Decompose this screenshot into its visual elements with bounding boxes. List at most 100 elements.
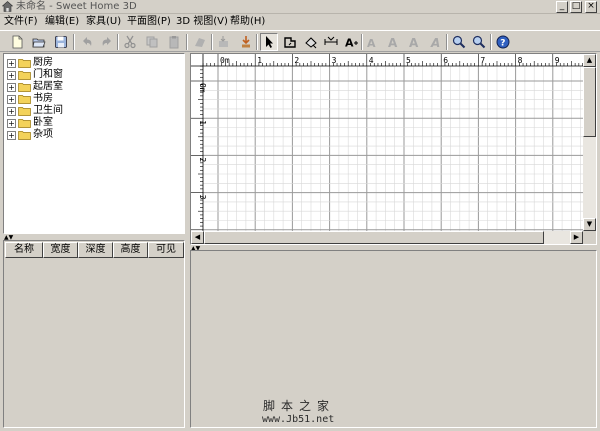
plan-horizontal-scrollbar[interactable]: ◀ ▶ bbox=[191, 231, 583, 244]
expand-icon[interactable]: + bbox=[7, 70, 16, 80]
decrease-text-icon[interactable]: A bbox=[406, 33, 424, 51]
toolbar: A A A A A ? bbox=[0, 30, 600, 52]
ruler-x-label: 3 bbox=[332, 56, 337, 65]
plan-vertical-scrollbar[interactable]: ▲ ▼ bbox=[583, 54, 596, 231]
create-walls-icon[interactable] bbox=[281, 33, 299, 51]
menu-furniture[interactable]: 家具(U) bbox=[86, 15, 121, 29]
expand-icon[interactable]: + bbox=[7, 58, 16, 68]
catalog-category-label: 起居室 bbox=[33, 81, 63, 92]
ruler-y-label: 1 bbox=[198, 120, 207, 125]
ruler-y-label: 2 bbox=[198, 157, 207, 162]
app-icon bbox=[2, 1, 13, 12]
new-file-icon[interactable] bbox=[8, 33, 26, 51]
column-height-header[interactable]: 高度 bbox=[113, 242, 148, 258]
catalog-category-label: 杂项 bbox=[33, 129, 53, 140]
cut-icon[interactable] bbox=[121, 33, 139, 51]
scroll-left-icon[interactable]: ◀ bbox=[191, 231, 204, 244]
title-bar: 未命名 - Sweet Home 3D _ □ × bbox=[0, 0, 600, 14]
ruler-x-label: 0m bbox=[220, 56, 230, 65]
expand-icon[interactable]: + bbox=[7, 82, 16, 92]
app-window: 未命名 - Sweet Home 3D _ □ × 文件(F) 编辑(E) 家具… bbox=[0, 0, 600, 431]
catalog-category-bathroom[interactable]: + 卫生间 bbox=[7, 105, 63, 117]
ruler-y-label: 3 bbox=[198, 195, 207, 200]
catalog-category-misc[interactable]: + 杂项 bbox=[7, 129, 53, 141]
column-visible-header[interactable]: 可见 bbox=[148, 242, 184, 258]
plan-grid: 0m 1 2 3 4 5 6 7 8 9 0m 1 2 3 bbox=[191, 54, 583, 231]
save-icon[interactable] bbox=[52, 33, 70, 51]
redo-icon[interactable] bbox=[98, 33, 116, 51]
expand-icon[interactable]: + bbox=[7, 130, 16, 140]
menu-help[interactable]: 帮助(H) bbox=[230, 15, 265, 29]
watermark-url: www.Jb51.net bbox=[262, 414, 335, 425]
catalog-category-label: 门和窗 bbox=[33, 69, 63, 80]
text-style-icon[interactable]: A bbox=[364, 33, 382, 51]
ruler-x-label: 4 bbox=[369, 56, 374, 65]
column-width-header[interactable]: 宽度 bbox=[43, 242, 78, 258]
paste-icon[interactable] bbox=[165, 33, 183, 51]
horizontal-scroll-thumb[interactable] bbox=[204, 231, 544, 244]
scroll-right-icon[interactable]: ▶ bbox=[570, 231, 583, 244]
create-dimensions-icon[interactable] bbox=[322, 33, 340, 51]
add-text-icon[interactable]: A bbox=[342, 33, 360, 51]
column-name-header[interactable]: 名称 bbox=[5, 242, 43, 258]
catalog-category-doors-windows[interactable]: + 门和窗 bbox=[7, 69, 63, 81]
help-icon[interactable]: ? bbox=[494, 33, 512, 51]
folder-icon bbox=[18, 95, 31, 104]
folder-icon bbox=[18, 107, 31, 116]
select-arrow-icon[interactable] bbox=[260, 33, 278, 51]
expand-icon[interactable]: + bbox=[7, 106, 16, 116]
folder-icon bbox=[18, 59, 31, 68]
column-depth-header[interactable]: 深度 bbox=[78, 242, 113, 258]
minimize-button[interactable]: _ bbox=[556, 1, 568, 13]
furniture-table: 名称 宽度 深度 高度 可见 bbox=[3, 240, 185, 428]
menu-edit[interactable]: 编辑(E) bbox=[45, 15, 79, 29]
folder-icon bbox=[18, 131, 31, 140]
ruler-x-label: 6 bbox=[443, 56, 448, 65]
ruler-x-label: 8 bbox=[518, 56, 523, 65]
catalog-category-label: 书房 bbox=[33, 93, 53, 104]
svg-text:A: A bbox=[345, 37, 354, 50]
expand-icon[interactable]: + bbox=[7, 94, 16, 104]
window-title: 未命名 - Sweet Home 3D bbox=[16, 1, 137, 12]
scroll-up-icon[interactable]: ▲ bbox=[583, 54, 596, 67]
zoom-out-icon[interactable] bbox=[470, 33, 488, 51]
expand-icon[interactable]: + bbox=[7, 118, 16, 128]
plan-view: 0m 1 2 3 4 5 6 7 8 9 0m 1 2 3 ▲ ▼ ◀ ▶ bbox=[190, 53, 597, 245]
increase-text-icon[interactable]: A bbox=[385, 33, 403, 51]
undo-icon[interactable] bbox=[78, 33, 96, 51]
3d-view[interactable] bbox=[190, 250, 597, 428]
menu-bar: 文件(F) 编辑(E) 家具(U) 平面图(P) 3D 视图(V) 帮助(H) bbox=[0, 14, 600, 30]
menu-3d-view[interactable]: 3D 视图(V) bbox=[176, 15, 228, 29]
close-button[interactable]: × bbox=[585, 1, 597, 13]
import-furniture-icon[interactable] bbox=[215, 33, 233, 51]
vertical-scroll-thumb[interactable] bbox=[583, 67, 596, 137]
svg-text:A: A bbox=[430, 36, 440, 49]
italic-text-icon[interactable]: A bbox=[427, 33, 445, 51]
zoom-in-icon[interactable] bbox=[450, 33, 468, 51]
open-folder-icon[interactable] bbox=[30, 33, 48, 51]
svg-text:A: A bbox=[388, 36, 398, 49]
ruler-y-label: 0m bbox=[198, 83, 207, 93]
svg-text:A: A bbox=[367, 37, 376, 49]
catalog-category-bedroom[interactable]: + 卧室 bbox=[7, 117, 53, 129]
catalog-category-living-room[interactable]: + 起居室 bbox=[7, 81, 63, 93]
plan-canvas[interactable]: 0m 1 2 3 4 5 6 7 8 9 0m 1 2 3 bbox=[191, 54, 583, 231]
catalog-category-label: 卧室 bbox=[33, 117, 53, 128]
menu-plan[interactable]: 平面图(P) bbox=[127, 15, 171, 29]
ruler-x-label: 7 bbox=[480, 56, 485, 65]
watermark-site-name: 脚本之家 bbox=[263, 399, 336, 413]
copy-icon[interactable] bbox=[143, 33, 161, 51]
folder-icon bbox=[18, 71, 31, 80]
maximize-button[interactable]: □ bbox=[570, 1, 582, 13]
catalog-category-study[interactable]: + 书房 bbox=[7, 93, 53, 105]
import-model-icon[interactable] bbox=[237, 33, 255, 51]
menu-file[interactable]: 文件(F) bbox=[4, 15, 38, 29]
catalog-category-kitchen[interactable]: + 厨房 bbox=[7, 57, 53, 69]
folder-icon bbox=[18, 83, 31, 92]
folder-icon bbox=[18, 119, 31, 128]
create-rooms-icon[interactable] bbox=[302, 33, 320, 51]
add-furniture-icon[interactable] bbox=[191, 33, 209, 51]
scroll-down-icon[interactable]: ▼ bbox=[583, 218, 596, 231]
ruler-x-label: 1 bbox=[257, 56, 262, 65]
furniture-table-header: 名称 宽度 深度 高度 可见 bbox=[5, 242, 184, 258]
